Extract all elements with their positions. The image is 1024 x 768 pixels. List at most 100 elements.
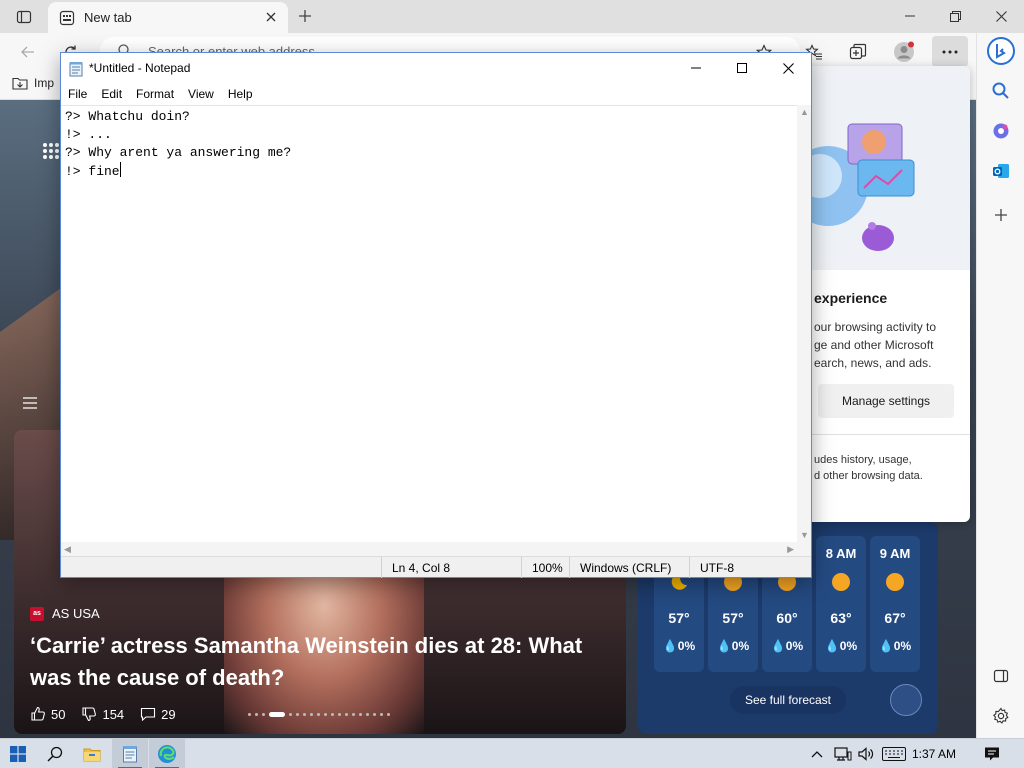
profile-avatar[interactable] (890, 38, 918, 66)
favorites-item-label: Imp (34, 76, 55, 90)
news-headline[interactable]: ‘Carrie’ actress Samantha Weinstein dies… (30, 630, 610, 694)
forecast-precip: 💧0% (662, 639, 696, 653)
sidebar-settings-gear-icon[interactable] (985, 700, 1017, 732)
sun-icon (886, 573, 904, 591)
notifications-icon[interactable] (978, 739, 1006, 768)
new-tab-favicon-icon (59, 10, 75, 26)
thumbs-up-icon (31, 706, 45, 721)
new-tab-button[interactable] (293, 5, 317, 27)
minimize-browser-icon[interactable] (888, 3, 932, 29)
hamburger-menu-icon[interactable] (22, 396, 38, 410)
show-hidden-icons-chevron-icon[interactable] (808, 739, 826, 768)
hide-sidebar-icon[interactable] (985, 660, 1017, 692)
back-arrow-icon[interactable] (14, 38, 42, 66)
forecast-hour-time: 9 AM (879, 546, 911, 561)
edge-taskbar-icon[interactable] (149, 739, 185, 768)
file-explorer-icon[interactable] (74, 739, 110, 768)
sun-icon (832, 573, 850, 591)
menu-edit[interactable]: Edit (94, 84, 129, 104)
status-encoding: UTF-8 (689, 557, 797, 578)
notepad-window[interactable]: *Untitled - Notepad File Edit Format Vie… (60, 52, 812, 578)
network-icon[interactable] (832, 739, 854, 768)
start-windows-icon[interactable] (0, 739, 36, 768)
forecast-hour-time: 8 AM (825, 546, 857, 561)
search-sidebar-icon[interactable] (985, 75, 1017, 107)
outlook-icon[interactable] (985, 155, 1017, 187)
status-line-ending: Windows (CRLF) (569, 557, 689, 578)
dislike-button[interactable]: 154 (81, 706, 124, 722)
text-line: ?> Why arent ya answering me? (65, 145, 292, 160)
forecast-precip: 💧0% (770, 639, 804, 653)
collections-icon[interactable] (844, 38, 872, 66)
tab-new-tab[interactable]: New tab (48, 2, 288, 33)
forecast-temp: 60° (776, 610, 798, 626)
text-line: !> ... (65, 127, 112, 142)
manage-settings-button[interactable]: Manage settings (818, 384, 954, 418)
minimize-icon[interactable] (673, 53, 719, 83)
forecast-precip: 💧0% (716, 639, 750, 653)
dislike-count: 154 (102, 706, 125, 722)
news-reactions: 50 154 29 (30, 706, 176, 722)
menu-view[interactable]: View (181, 84, 221, 104)
horizontal-scrollbar[interactable]: ◀ ▶ (61, 542, 797, 556)
close-icon[interactable] (765, 53, 811, 83)
menu-file[interactable]: File (61, 84, 94, 104)
browser-tab-strip: New tab (0, 0, 1024, 33)
like-count: 50 (51, 706, 66, 722)
weather-radar-icon[interactable] (890, 684, 922, 716)
menu-format[interactable]: Format (129, 84, 181, 104)
forecast-precip: 💧0% (878, 639, 912, 653)
notepad-app-icon (69, 61, 83, 77)
menu-help[interactable]: Help (221, 84, 260, 104)
vertical-scrollbar[interactable]: ▲ ▼ (797, 105, 811, 542)
scroll-up-icon[interactable]: ▲ (800, 107, 809, 117)
like-button[interactable]: 50 (30, 706, 65, 722)
add-sidebar-app-icon[interactable] (985, 199, 1017, 231)
thumbs-down-icon (82, 707, 97, 722)
tab-actions-icon[interactable] (10, 6, 38, 28)
see-full-forecast-button[interactable]: See full forecast (730, 686, 846, 714)
promo-footnote: udes history, usage, d other browsing da… (814, 454, 923, 482)
divider (790, 434, 970, 435)
comment-count: 29 (161, 706, 176, 722)
carousel-dots[interactable] (248, 712, 390, 717)
import-icon (12, 77, 28, 90)
forecast-hour: 9 AM 67° 💧0% (870, 536, 920, 672)
status-cursor-position: Ln 4, Col 8 (381, 557, 521, 578)
scroll-left-icon[interactable]: ◀ (64, 544, 71, 555)
promo-illustration (790, 66, 970, 270)
tools-sidebar-icon[interactable] (985, 115, 1017, 147)
edge-sidebar (976, 33, 1024, 738)
forecast-temp: 63° (830, 610, 852, 626)
text-cursor (119, 162, 121, 177)
scroll-down-icon[interactable]: ▼ (800, 530, 809, 540)
close-browser-icon[interactable] (979, 3, 1023, 29)
notepad-titlebar[interactable]: *Untitled - Notepad (61, 53, 811, 84)
favorites-import-item[interactable]: Imp (12, 76, 54, 90)
comments-button[interactable]: 29 (140, 706, 176, 722)
forecast-precip: 💧0% (824, 639, 858, 653)
status-zoom: 100% (521, 557, 573, 578)
news-source: as AS USA (30, 606, 100, 621)
volume-icon[interactable] (856, 739, 876, 768)
personalization-flyout: experience our browsing activity to ge a… (790, 66, 970, 522)
taskbar-search-icon[interactable] (37, 739, 73, 768)
scrollbar-corner (797, 542, 811, 556)
keyboard-input-icon[interactable] (880, 739, 908, 768)
notepad-text-area[interactable]: ?> Whatchu doin? !> ... ?> Why arent ya an… (61, 105, 797, 542)
scroll-right-icon[interactable]: ▶ (787, 544, 794, 555)
promo-body: our browsing activity to ge and other Mi… (814, 320, 937, 370)
notepad-statusbar: Ln 4, Col 8 100% Windows (CRLF) UTF-8 (61, 556, 811, 578)
bing-chat-icon[interactable] (985, 35, 1017, 67)
tab-title: New tab (84, 10, 132, 25)
taskbar-clock[interactable]: 1:37 AM (912, 739, 956, 768)
notepad-taskbar-icon[interactable] (112, 739, 148, 768)
restore-browser-icon[interactable] (933, 3, 977, 29)
text-line: ?> Whatchu doin? (65, 109, 190, 124)
settings-more-button[interactable] (932, 36, 968, 67)
maximize-icon[interactable] (719, 53, 765, 83)
apps-grid-icon[interactable] (42, 142, 60, 160)
notepad-menubar: File Edit Format View Help (61, 84, 811, 104)
forecast-temp: 67° (884, 610, 906, 626)
close-tab-icon[interactable] (262, 8, 280, 26)
